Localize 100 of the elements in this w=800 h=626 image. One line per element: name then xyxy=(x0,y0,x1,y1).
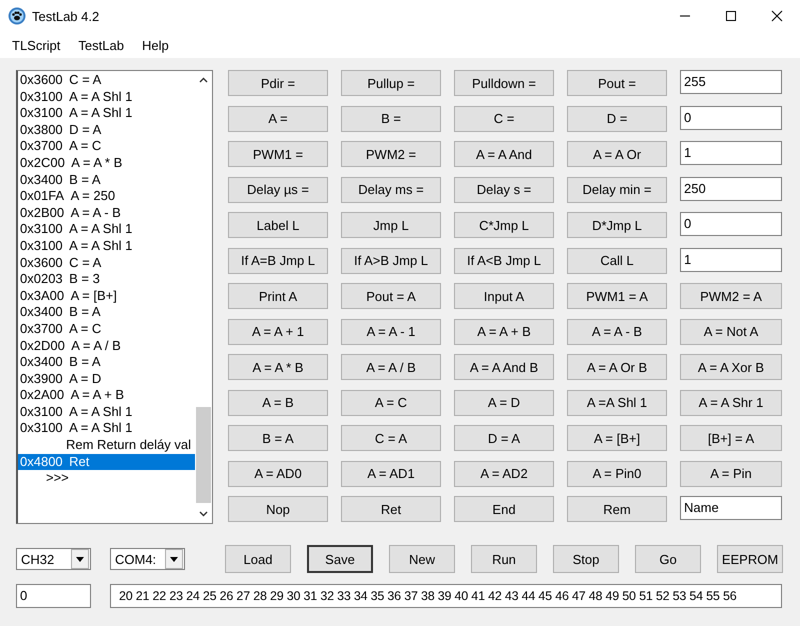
list-item[interactable]: 0x3600 C = A xyxy=(18,254,195,272)
command-button[interactable]: A = C xyxy=(341,390,441,416)
scroll-up-icon[interactable] xyxy=(199,77,208,83)
action-button[interactable]: Go xyxy=(635,545,701,573)
action-button[interactable]: Load xyxy=(225,545,291,573)
close-icon[interactable] xyxy=(771,10,783,22)
input-field[interactable]: 1 xyxy=(680,248,782,272)
command-button[interactable]: A = AD2 xyxy=(454,460,554,486)
list-item[interactable]: 0x3600 C = A xyxy=(18,72,195,89)
list-item[interactable]: 0x3100 A = A Shl 1 xyxy=(18,105,195,122)
command-button[interactable]: A = A Xor B xyxy=(680,354,782,380)
command-button[interactable]: Pulldown = xyxy=(454,70,554,96)
command-button[interactable]: PWM2 = xyxy=(341,141,441,167)
maximize-icon[interactable] xyxy=(725,10,737,22)
command-button[interactable]: C = xyxy=(454,106,554,132)
command-button[interactable]: Delay s = xyxy=(454,176,554,202)
menu-item[interactable]: TLScript xyxy=(10,38,62,52)
command-button[interactable]: Pout = A xyxy=(341,283,441,309)
command-button[interactable]: Nop xyxy=(228,496,328,522)
command-button[interactable]: Delay µs = xyxy=(228,176,328,202)
menu-item[interactable]: TestLab xyxy=(76,38,126,52)
input-field[interactable]: Name xyxy=(680,496,782,520)
menu-item[interactable]: Help xyxy=(140,38,171,52)
command-button[interactable]: D = xyxy=(567,106,667,132)
command-button[interactable]: PWM1 = xyxy=(228,141,328,167)
list-item[interactable]: 0x3400 B = A xyxy=(18,172,195,188)
command-button[interactable]: B = A xyxy=(228,425,328,451)
list-item[interactable]: 0x3400 B = A xyxy=(18,354,195,371)
command-button[interactable]: A = AD1 xyxy=(341,460,441,486)
list-item[interactable]: 0x3700 A = C xyxy=(18,320,195,338)
list-item[interactable]: Rem Return deláy val xyxy=(18,437,195,454)
command-button[interactable]: Delay ms = xyxy=(341,176,441,202)
list-item[interactable]: 0x0203 B = 3 xyxy=(18,271,195,288)
list-item[interactable]: 0x4800 Ret xyxy=(18,454,195,470)
command-button[interactable]: A = A And xyxy=(454,141,554,167)
command-button[interactable]: A = Pin0 xyxy=(567,460,667,486)
command-button[interactable]: D = A xyxy=(454,425,554,451)
list-item[interactable]: 0x3400 B = A xyxy=(18,304,195,321)
program-list[interactable] xyxy=(16,70,213,524)
list-item[interactable]: 0x3100 A = A Shl 1 xyxy=(18,404,195,420)
command-button[interactable]: End xyxy=(454,496,554,522)
device-dropdown[interactable]: CH32 xyxy=(16,548,91,570)
command-button[interactable]: A = A / B xyxy=(341,354,441,380)
command-button[interactable]: C = A xyxy=(341,425,441,451)
command-button[interactable]: Pout = xyxy=(567,70,667,96)
action-button[interactable]: Save xyxy=(307,545,373,573)
command-button[interactable]: A = [B+] xyxy=(567,425,667,451)
command-button[interactable]: If A>B Jmp L xyxy=(341,248,441,274)
list-item[interactable]: 0x2B00 A = A - B xyxy=(18,204,195,222)
command-button[interactable]: A = A - 1 xyxy=(341,318,441,344)
value-field[interactable]: 0 xyxy=(16,584,91,608)
command-button[interactable]: A = Pin xyxy=(680,460,782,486)
scroll-thumb[interactable] xyxy=(196,407,211,503)
list-item[interactable]: 0x3900 A = D xyxy=(18,370,195,388)
command-button[interactable]: Label L xyxy=(228,212,328,238)
command-button[interactable]: Pdir = xyxy=(228,70,328,96)
list-item[interactable]: 0x3100 A = A Shl 1 xyxy=(18,221,195,238)
command-button[interactable]: A = A * B xyxy=(228,354,328,380)
command-button[interactable]: A = A Or B xyxy=(567,354,667,380)
scroll-down-icon[interactable] xyxy=(199,511,208,517)
command-button[interactable]: Call L xyxy=(567,248,667,274)
command-button[interactable]: PWM1 = A xyxy=(567,283,667,309)
command-button[interactable]: Rem xyxy=(567,496,667,522)
list-item[interactable]: 0x2A00 A = A + B xyxy=(18,387,195,404)
command-button[interactable]: PWM2 = A xyxy=(680,283,782,309)
command-button[interactable]: If A<B Jmp L xyxy=(454,248,554,274)
command-button[interactable]: A = Not A xyxy=(680,318,782,344)
command-button[interactable]: A = A + 1 xyxy=(228,318,328,344)
list-item[interactable]: 0x3100 A = A Shl 1 xyxy=(18,238,195,255)
input-field[interactable]: 1 xyxy=(680,141,782,165)
list-item[interactable]: >>> xyxy=(18,470,195,487)
command-button[interactable]: Input A xyxy=(454,283,554,309)
list-item[interactable]: 0x3100 A = A Shl 1 xyxy=(18,420,195,438)
list-item[interactable]: 0x2D00 A = A / B xyxy=(18,338,195,354)
command-button[interactable]: B = xyxy=(341,106,441,132)
command-button[interactable]: A = AD0 xyxy=(228,460,328,486)
command-button[interactable]: D*Jmp L xyxy=(567,212,667,238)
command-button[interactable]: [B+] = A xyxy=(680,425,782,451)
action-button[interactable]: Run xyxy=(471,545,537,573)
command-button[interactable]: A = A Shr 1 xyxy=(680,390,782,416)
input-field[interactable]: 255 xyxy=(680,70,782,94)
command-button[interactable]: Pullup = xyxy=(341,70,441,96)
command-button[interactable]: Jmp L xyxy=(341,212,441,238)
command-button[interactable]: C*Jmp L xyxy=(454,212,554,238)
action-button[interactable]: EEPROM xyxy=(717,545,783,573)
list-item[interactable]: 0x3A00 A = [B+] xyxy=(18,288,195,304)
command-button[interactable]: A = D xyxy=(454,390,554,416)
input-field[interactable]: 250 xyxy=(680,176,782,200)
action-button[interactable]: New xyxy=(389,545,455,573)
list-item[interactable]: 0x2C00 A = A * B xyxy=(18,154,195,172)
command-button[interactable]: If A=B Jmp L xyxy=(228,248,328,274)
list-item[interactable]: 0x01FA A = 250 xyxy=(18,188,195,205)
list-item[interactable]: 0x3700 A = C xyxy=(18,138,195,155)
command-button[interactable]: A = A And B xyxy=(454,354,554,380)
list-item[interactable]: 0x3100 A = A Shl 1 xyxy=(18,88,195,106)
command-button[interactable]: A = B xyxy=(228,390,328,416)
output-field[interactable]: 20 21 22 23 24 25 26 27 28 29 30 31 32 33 34 35 36 37 38 39 40 41 42 43 44 45 46 47 48 49 50 51 52 53 54 55 56 xyxy=(110,584,782,608)
port-dropdown[interactable]: COM4: xyxy=(110,548,185,570)
command-button[interactable]: A = A - B xyxy=(567,318,667,344)
command-button[interactable]: A = A + B xyxy=(454,318,554,344)
